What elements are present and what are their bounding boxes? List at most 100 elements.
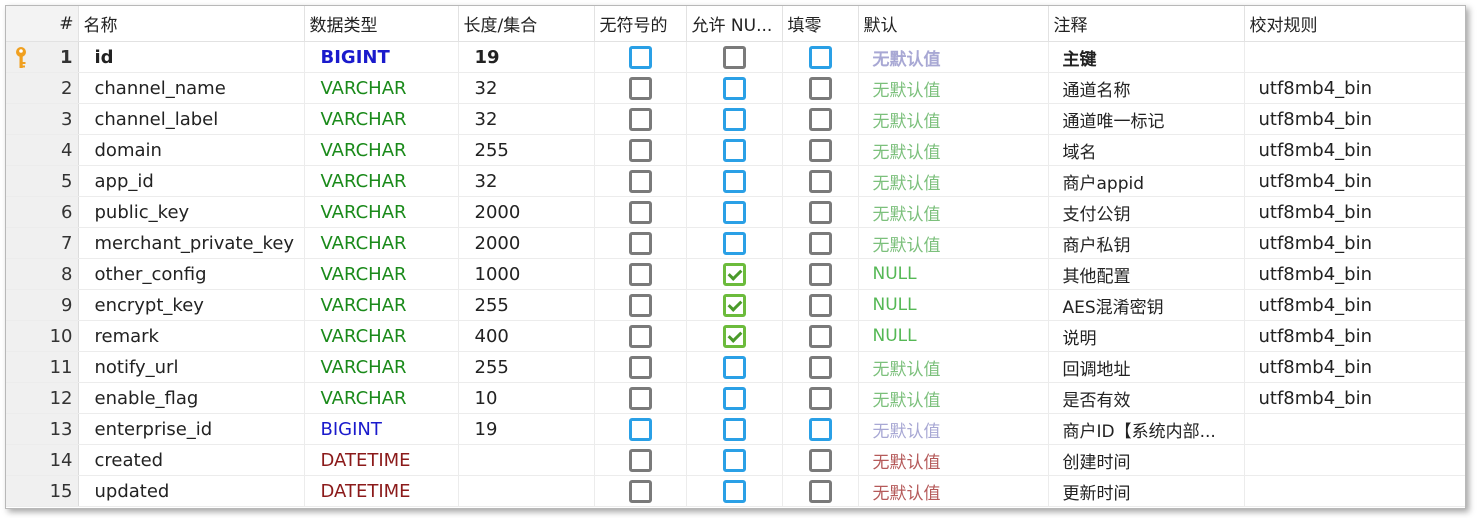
data-type-cell[interactable]: DATETIME (304, 475, 459, 507)
column-name-cell[interactable]: domain (78, 134, 305, 166)
column-name-cell[interactable]: enterprise_id (78, 413, 305, 445)
default-cell[interactable]: 无默认值 (858, 351, 1049, 383)
collation-cell[interactable]: utf8mb4_bin (1244, 258, 1465, 290)
column-name-cell[interactable]: encrypt_key (78, 289, 305, 321)
data-type-cell[interactable]: BIGINT (304, 413, 459, 445)
row-number[interactable]: 10 (6, 320, 79, 352)
column-name-cell[interactable]: channel_label (78, 103, 305, 135)
zerofill-checkbox[interactable] (808, 169, 832, 193)
row-number[interactable]: 9 (6, 289, 79, 321)
zerofill-checkbox[interactable] (808, 200, 832, 224)
table-row[interactable]: 4 domain VARCHAR 255 无默认值 域名 utf8mb4_bin (6, 134, 1465, 166)
zerofill-checkbox[interactable] (808, 45, 832, 69)
zerofill-checkbox[interactable] (808, 231, 832, 255)
header-default[interactable]: 默认 (858, 6, 1049, 42)
column-name-cell[interactable]: channel_name (78, 72, 305, 104)
column-name-cell[interactable]: public_key (78, 196, 305, 228)
comment-cell[interactable]: 通道唯一标记 (1048, 103, 1245, 135)
unsigned-checkbox[interactable] (628, 169, 652, 193)
row-number[interactable]: 6 (6, 196, 79, 228)
table-row[interactable]: 11 notify_url VARCHAR 255 无默认值 回调地址 utf8mb4_bi… (6, 351, 1465, 383)
default-cell[interactable]: 无默认值 (858, 444, 1049, 476)
data-type-cell[interactable]: VARCHAR (304, 103, 459, 135)
comment-cell[interactable]: AES混淆密钥 (1048, 289, 1245, 321)
collation-cell[interactable]: utf8mb4_bin (1244, 72, 1465, 104)
data-type-cell[interactable]: BIGINT (304, 41, 459, 73)
allow-null-checkbox[interactable] (722, 324, 746, 348)
column-name-cell[interactable]: updated (78, 475, 305, 507)
allow-null-checkbox[interactable] (722, 448, 746, 472)
column-name-cell[interactable]: merchant_private_key (78, 227, 305, 259)
table-row[interactable]: 3 channel_label VARCHAR 32 无默认值 通道唯一标记 utf8mb4… (6, 103, 1465, 135)
table-row[interactable]: 12 enable_flag VARCHAR 10 无默认值 是否有效 utf8mb4_bi… (6, 382, 1465, 414)
allow-null-checkbox[interactable] (722, 262, 746, 286)
table-row[interactable]: 6 public_key VARCHAR 2000 无默认值 支付公钥 utf8mb4_bi… (6, 196, 1465, 228)
allow-null-checkbox[interactable] (722, 231, 746, 255)
data-type-cell[interactable]: VARCHAR (304, 227, 459, 259)
default-cell[interactable]: 无默认值 (858, 196, 1049, 228)
column-name-cell[interactable]: remark (78, 320, 305, 352)
length-cell[interactable]: 1000 (458, 258, 595, 290)
length-cell[interactable]: 19 (458, 413, 595, 445)
data-type-cell[interactable]: VARCHAR (304, 72, 459, 104)
zerofill-checkbox[interactable] (808, 293, 832, 317)
length-cell[interactable]: 32 (458, 72, 595, 104)
column-name-cell[interactable]: id (78, 41, 305, 73)
allow-null-checkbox[interactable] (722, 45, 746, 69)
comment-cell[interactable]: 更新时间 (1048, 475, 1245, 507)
table-row[interactable]: 2 channel_name VARCHAR 32 无默认值 通道名称 utf8mb4_bi… (6, 72, 1465, 104)
length-cell[interactable]: 400 (458, 320, 595, 352)
column-name-cell[interactable]: other_config (78, 258, 305, 290)
comment-cell[interactable]: 商户appid (1048, 165, 1245, 197)
length-cell[interactable]: 255 (458, 134, 595, 166)
allow-null-checkbox[interactable] (722, 169, 746, 193)
collation-cell[interactable]: utf8mb4_bin (1244, 351, 1465, 383)
header-name[interactable]: 名称 (78, 6, 305, 42)
row-number[interactable]: 5 (6, 165, 79, 197)
collation-cell[interactable]: utf8mb4_bin (1244, 289, 1465, 321)
table-row[interactable]: 1 id BIGINT 19 无默认值 主键 (6, 41, 1465, 73)
row-number[interactable]: 2 (6, 72, 79, 104)
table-row[interactable]: 14 created DATETIME 无默认值 创建时间 (6, 444, 1465, 476)
row-number[interactable]: 1 (6, 41, 79, 73)
zerofill-checkbox[interactable] (808, 262, 832, 286)
header-num[interactable]: # (6, 6, 79, 42)
row-number[interactable]: 11 (6, 351, 79, 383)
header-zerofill[interactable]: 填零 (782, 6, 859, 42)
zerofill-checkbox[interactable] (808, 76, 832, 100)
comment-cell[interactable]: 说明 (1048, 320, 1245, 352)
unsigned-checkbox[interactable] (628, 479, 652, 503)
length-cell[interactable] (458, 475, 595, 507)
default-cell[interactable]: 无默认值 (858, 413, 1049, 445)
header-length[interactable]: 长度/集合 (458, 6, 595, 42)
allow-null-checkbox[interactable] (722, 200, 746, 224)
zerofill-checkbox[interactable] (808, 386, 832, 410)
row-number[interactable]: 14 (6, 444, 79, 476)
header-unsigned[interactable]: 无符号的 (594, 6, 687, 42)
data-type-cell[interactable]: VARCHAR (304, 258, 459, 290)
allow-null-checkbox[interactable] (722, 386, 746, 410)
unsigned-checkbox[interactable] (628, 448, 652, 472)
length-cell[interactable]: 255 (458, 289, 595, 321)
length-cell[interactable]: 19 (458, 41, 595, 73)
column-name-cell[interactable]: enable_flag (78, 382, 305, 414)
row-number[interactable]: 15 (6, 475, 79, 507)
default-cell[interactable]: 无默认值 (858, 475, 1049, 507)
row-number[interactable]: 8 (6, 258, 79, 290)
collation-cell[interactable] (1244, 475, 1465, 507)
data-type-cell[interactable]: DATETIME (304, 444, 459, 476)
unsigned-checkbox[interactable] (628, 200, 652, 224)
collation-cell[interactable]: utf8mb4_bin (1244, 382, 1465, 414)
unsigned-checkbox[interactable] (628, 107, 652, 131)
column-name-cell[interactable]: app_id (78, 165, 305, 197)
header-collation[interactable]: 校对规则 (1244, 6, 1465, 42)
collation-cell[interactable] (1244, 444, 1465, 476)
header-type[interactable]: 数据类型 (304, 6, 459, 42)
row-number[interactable]: 3 (6, 103, 79, 135)
allow-null-checkbox[interactable] (722, 138, 746, 162)
length-cell[interactable]: 32 (458, 165, 595, 197)
default-cell[interactable]: 无默认值 (858, 41, 1049, 73)
length-cell[interactable]: 2000 (458, 196, 595, 228)
header-comment[interactable]: 注释 (1048, 6, 1245, 42)
comment-cell[interactable]: 商户ID【系统内部... (1048, 413, 1245, 445)
